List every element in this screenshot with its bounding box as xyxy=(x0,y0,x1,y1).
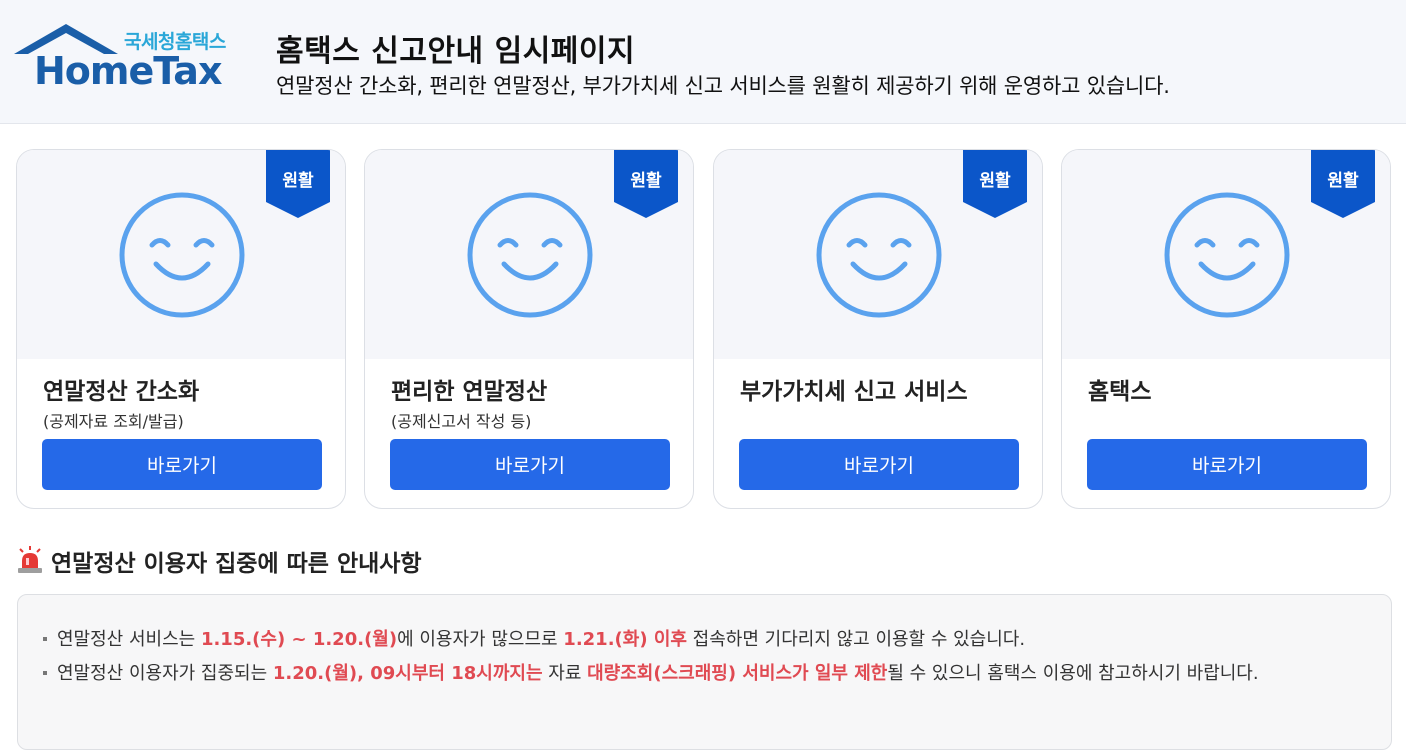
notice-text: 될 수 있으니 홈택스 이용에 참고하시기 바랍니다. xyxy=(887,663,1259,684)
card-description: (공제신고서 작성 등) xyxy=(391,412,532,431)
service-card-hometax: 원활 홈택스 바로가기 xyxy=(1061,149,1391,509)
notice-item: 연말정산 서비스는 1.15.(수) ~ 1.20.(월)에 이용자가 많으므로… xyxy=(42,625,1342,654)
service-card-yearend-simplified: 원활 연말정산 간소화 (공제자료 조회/발급) 바로가기 xyxy=(16,149,346,509)
smiley-icon xyxy=(119,192,245,318)
siren-icon xyxy=(18,546,42,573)
page-title: 홈택스 신고안내 임시페이지 xyxy=(276,34,636,69)
smiley-icon xyxy=(1164,192,1290,318)
notice-box: 연말정산 서비스는 1.15.(수) ~ 1.20.(월)에 이용자가 많으므로… xyxy=(17,594,1392,750)
notice-highlight: 1.21.(화) 이후 xyxy=(563,629,687,650)
notice-text: 연말정산 이용자가 집중되는 xyxy=(57,663,273,684)
logo-main-text: HomeTax xyxy=(34,49,222,93)
card-title: 편리한 연말정산 xyxy=(391,379,548,405)
card-image-area: 원활 xyxy=(714,150,1042,359)
go-button[interactable]: 바로가기 xyxy=(739,439,1019,490)
page-header: 국세청홈택스 HomeTax 홈택스 신고안내 임시페이지 연말정산 간소화, … xyxy=(0,0,1406,124)
status-badge: 원활 xyxy=(614,150,678,218)
notice-item: 연말정산 이용자가 집중되는 1.20.(월), 09시부터 18시까지는 자료… xyxy=(42,659,1342,688)
go-button[interactable]: 바로가기 xyxy=(42,439,322,490)
card-image-area: 원활 xyxy=(1062,150,1390,359)
card-image-area: 원활 xyxy=(365,150,693,359)
notice-text: 자료 xyxy=(542,663,588,684)
status-badge-label: 원활 xyxy=(979,171,1011,191)
card-title: 홈택스 xyxy=(1088,379,1152,405)
page-subtitle: 연말정산 간소화, 편리한 연말정산, 부가가치세 신고 서비스를 원활히 제공… xyxy=(276,74,1170,98)
go-button[interactable]: 바로가기 xyxy=(390,439,670,490)
notice-list: 연말정산 서비스는 1.15.(수) ~ 1.20.(월)에 이용자가 많으므로… xyxy=(42,625,1342,693)
smiley-icon xyxy=(816,192,942,318)
notice-highlight: 1.15.(수) ~ 1.20.(월) xyxy=(200,629,398,650)
card-title: 연말정산 간소화 xyxy=(43,379,200,405)
service-card-convenient-yearend: 원활 편리한 연말정산 (공제신고서 작성 등) 바로가기 xyxy=(364,149,694,509)
status-badge-label: 원활 xyxy=(630,171,662,191)
status-badge: 원활 xyxy=(266,150,330,218)
service-cards: 원활 연말정산 간소화 (공제자료 조회/발급) 바로가기 원활 편리한 연말정… xyxy=(16,149,1392,509)
notice-text: 에 이용자가 많으므로 xyxy=(397,629,564,650)
notice-highlight: 대량조회(스크래핑) 서비스가 일부 제한 xyxy=(587,663,888,684)
smiley-icon xyxy=(467,192,593,318)
notice-text: 연말정산 서비스는 xyxy=(57,629,201,650)
service-card-vat-filing: 원활 부가가치세 신고 서비스 바로가기 xyxy=(713,149,1043,509)
notice-highlight: 1.20.(월), 09시부터 18시까지는 xyxy=(272,663,543,684)
card-image-area: 원활 xyxy=(17,150,345,359)
card-title: 부가가치세 신고 서비스 xyxy=(740,379,968,405)
notice-title: 연말정산 이용자 집중에 따른 안내사항 xyxy=(51,551,422,577)
status-badge-label: 원활 xyxy=(1327,171,1359,191)
go-button[interactable]: 바로가기 xyxy=(1087,439,1367,490)
status-badge: 원활 xyxy=(1311,150,1375,218)
status-badge: 원활 xyxy=(963,150,1027,218)
status-badge-label: 원활 xyxy=(282,171,314,191)
card-description: (공제자료 조회/발급) xyxy=(43,412,184,431)
notice-text: 접속하면 기다리지 않고 이용할 수 있습니다. xyxy=(686,629,1026,650)
hometax-logo[interactable]: 국세청홈택스 HomeTax xyxy=(14,22,229,94)
